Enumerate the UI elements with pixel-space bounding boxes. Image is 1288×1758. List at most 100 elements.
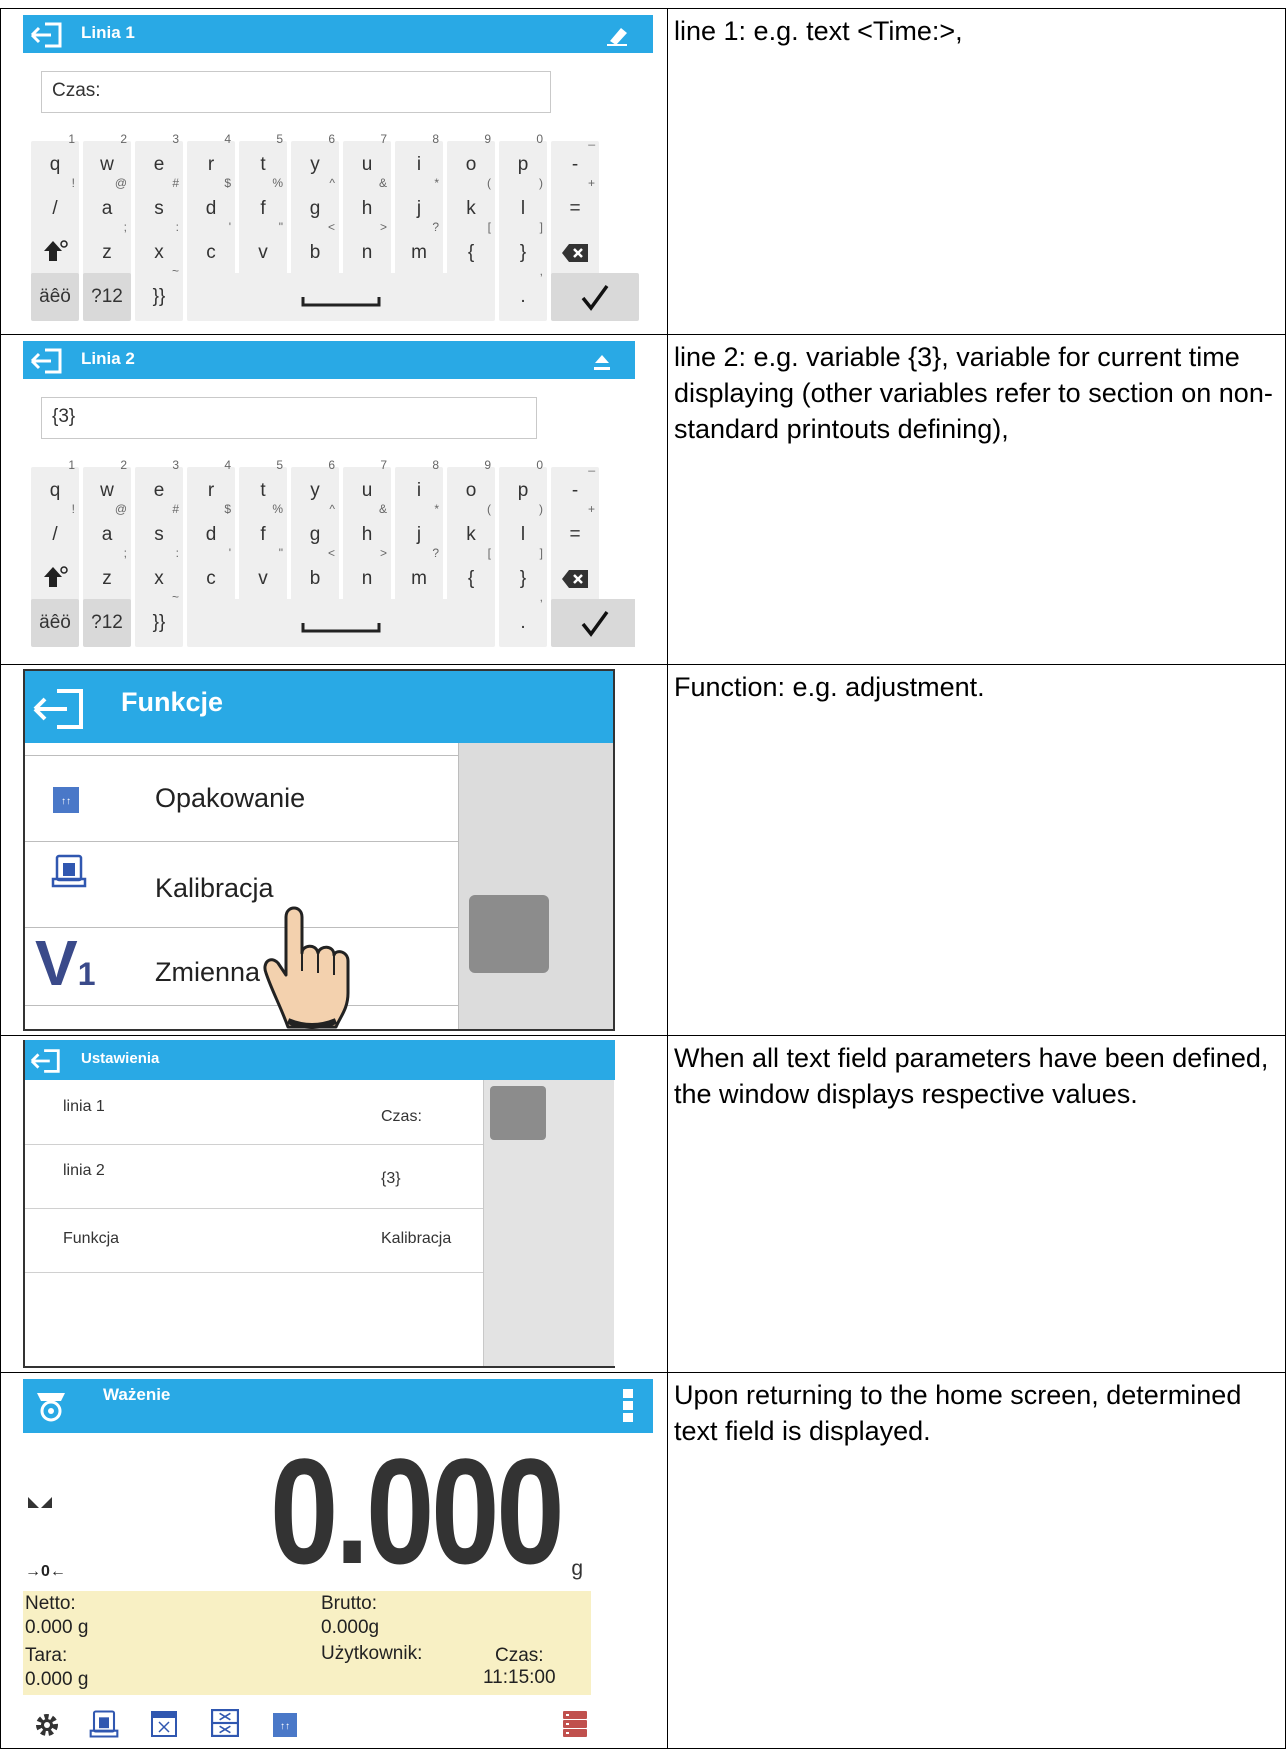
key-label: y [310,154,320,175]
key-label: v [258,242,268,263]
key-label: { [467,242,475,263]
key-label: b [309,568,321,589]
back-icon[interactable] [29,21,65,49]
tare-icon: ↑↑ [53,787,79,813]
key-z[interactable]: z; [83,221,131,277]
description-text: line 1: e.g. text <Time:>, [674,16,963,46]
symbol-key[interactable]: }} ~ [135,591,183,647]
settings-gear-icon[interactable] [33,1711,61,1739]
weighing-icon[interactable] [33,1387,69,1423]
report-icon[interactable] [151,1711,177,1737]
key-secondary-label: 8 [432,458,439,472]
confirm-key[interactable] [551,273,639,321]
space-icon [301,623,381,633]
key-secondary-label: 0 [536,458,543,472]
key-secondary-label: # [172,176,179,190]
keyboard-screen-line2: Linia 2 {3} q 1 w 2 e 3 r 4 t 5 y 6 u 7 i 8 o 9 p 0 - _ /! a @ s #… [23,341,635,659]
space-key[interactable] [187,273,495,321]
settings-row-linia1[interactable]: linia 1 Czas: [25,1080,535,1145]
key-label: } [519,568,527,589]
description-text: Function: e.g. adjustment. [674,672,985,702]
key-b[interactable]: b < [291,221,339,277]
key-label: { [467,568,475,589]
settings-row-funkcja[interactable]: Funkcja Kalibracja [25,1208,535,1273]
shift-key[interactable] [31,229,79,277]
scroll-thumb[interactable] [490,1086,546,1140]
key-=[interactable]: = + [551,177,599,233]
key-label: = [569,524,581,545]
scrollbar[interactable] [483,1080,614,1366]
key-label: k [466,524,476,545]
symbol-key[interactable]: }} ~ [135,265,183,321]
space-key[interactable] [187,599,495,647]
key-n[interactable]: n > [343,221,391,277]
key-{[interactable]: {[ [447,547,495,603]
key-secondary-label: 3 [172,132,179,146]
screen-title: Linia 2 [81,349,135,368]
key-secondary-label: _ [588,132,595,146]
key-z[interactable]: z; [83,547,131,603]
back-icon[interactable] [29,1047,63,1075]
key-m[interactable]: m? [395,221,443,277]
key-c[interactable]: c ' [187,547,235,603]
tare-icon[interactable]: ↑↑ [273,1713,297,1737]
key-n[interactable]: n > [343,547,391,603]
key-/[interactable]: /! [31,503,79,559]
database-icon[interactable] [561,1709,589,1739]
settings-row-linia2[interactable]: linia 2 {3} [25,1144,535,1209]
dot-key[interactable]: ., [499,591,547,647]
accent-key[interactable]: äêö [31,599,79,647]
key-label: j [416,198,422,219]
key-label: a [101,198,113,219]
upload-icon[interactable] [591,351,613,373]
calibration-icon [51,854,87,888]
report-icon[interactable] [211,1709,239,1737]
text-input[interactable]: Czas: [41,71,551,113]
numeric-key[interactable]: ?12 [83,599,131,647]
scroll-thumb[interactable] [469,895,549,973]
backspace-key[interactable] [551,555,599,603]
key-secondary-label: _ [588,458,595,472]
key-label: m [411,568,427,589]
key-secondary-label: ! [71,502,75,516]
settings-screen: Ustawienia linia 1 Czas: linia 2 {3} Fun… [23,1040,615,1368]
key-label: r [207,154,215,175]
key-=[interactable]: = + [551,503,599,559]
numeric-key[interactable]: ?12 [83,273,131,321]
key-secondary-label: ' [228,546,231,560]
key-b[interactable]: b < [291,547,339,603]
text-input[interactable]: {3} [41,397,537,439]
dot-key[interactable]: ., [499,265,547,321]
calibration-icon[interactable] [89,1709,119,1739]
key-label: r [207,480,215,501]
key-secondary-label: 9 [484,132,491,146]
key-label: u [361,480,373,501]
key-v[interactable]: v " [239,547,287,603]
key-secondary-label: ~ [171,264,179,278]
key-{[interactable]: {[ [447,221,495,277]
more-menu-icon[interactable] [623,1389,633,1423]
key-label: g [309,524,321,545]
back-icon[interactable] [29,347,65,375]
shift-key[interactable] [31,555,79,603]
key-secondary-label: + [587,502,595,516]
key-label: o [465,480,477,501]
key-/[interactable]: /! [31,177,79,233]
eraser-icon[interactable] [605,23,631,47]
backspace-key[interactable] [551,229,599,277]
key-label: o [465,154,477,175]
key-label: h [361,524,373,545]
back-icon[interactable] [31,687,87,731]
description-text: When all text field parameters have been… [674,1043,1269,1109]
scrollbar[interactable] [458,743,613,1029]
key-c[interactable]: c ' [187,221,235,277]
key-label: d [205,198,217,219]
key-secondary-label: ! [71,176,75,190]
key-secondary-label: $ [224,502,231,516]
key-m[interactable]: m? [395,547,443,603]
key-secondary-label: 5 [276,458,283,472]
accent-key[interactable]: äêö [31,273,79,321]
confirm-key[interactable] [551,599,635,647]
key-secondary-label: > [379,546,387,560]
key-v[interactable]: v " [239,221,287,277]
